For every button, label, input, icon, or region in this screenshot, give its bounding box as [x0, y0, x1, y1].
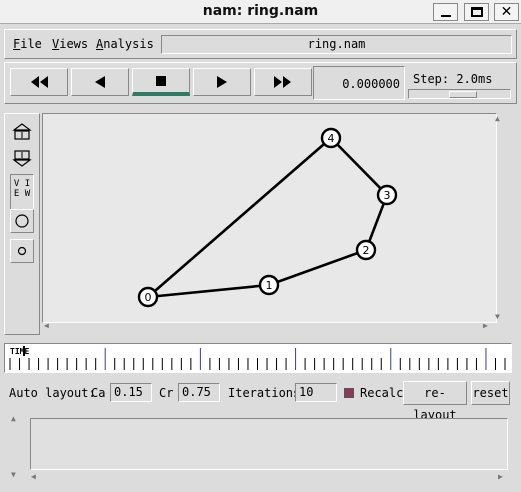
node-label: 2	[363, 244, 370, 257]
time-slider-label: TIME	[10, 347, 30, 356]
link-3-4[interactable]	[330, 137, 388, 196]
annotation-vscroll[interactable]: ▲ ▼	[10, 413, 20, 483]
menu-views[interactable]: Views	[52, 37, 88, 51]
cr-input[interactable]: 0.75	[178, 383, 220, 402]
annotation-scroll-left-icon[interactable]: ◀	[31, 473, 36, 481]
play-forward-button[interactable]	[193, 68, 251, 96]
node-label: 0	[145, 291, 152, 304]
small-circle-icon	[17, 246, 27, 256]
network-canvas[interactable]: 0 1 2 3 4	[42, 113, 497, 323]
zoom-in-icon	[12, 123, 32, 140]
large-nodes-button[interactable]	[10, 209, 34, 233]
time-slider-marker[interactable]	[23, 346, 25, 356]
annotation-scroll-up-icon[interactable]: ▲	[11, 415, 16, 423]
title-bar: nam: ring.nam ✕	[0, 0, 521, 24]
annotation-scroll-right-icon[interactable]: ▶	[498, 473, 503, 481]
horizontal-scrollbar[interactable]: ◀ ▶	[42, 321, 495, 331]
node-2[interactable]: 2	[355, 239, 377, 261]
time-slider[interactable]: TIME	[4, 343, 512, 373]
filename-display: ring.nam	[161, 35, 512, 54]
large-circle-icon	[15, 214, 29, 228]
node-label: 4	[328, 132, 335, 145]
node-4[interactable]: 4	[320, 127, 342, 149]
fast-rewind-button[interactable]	[10, 68, 68, 96]
close-button[interactable]: ✕	[494, 3, 519, 21]
fast-forward-button[interactable]	[254, 68, 312, 96]
menu-file-label: ile	[20, 37, 42, 51]
zoom-out-icon	[12, 150, 32, 167]
small-nodes-button[interactable]	[10, 239, 34, 263]
play-backward-button[interactable]	[71, 68, 129, 96]
step-slider-thumb[interactable]	[449, 91, 477, 98]
link-0-1[interactable]	[147, 283, 270, 299]
minimize-icon	[440, 15, 451, 17]
vertical-scrollbar[interactable]: ▲ ▼	[494, 113, 504, 325]
annotation-pane: ▲ ▼ ◀ ▶	[10, 413, 509, 483]
auto-layout-label: Auto layout:	[9, 386, 96, 400]
transport-bar: 0.000000 Step: 2.0ms	[4, 62, 517, 104]
zoom-out-button[interactable]	[10, 146, 34, 170]
view-tools: V I E W	[4, 113, 40, 335]
relayout-button[interactable]: re-layout	[403, 381, 467, 422]
menu-analysis-label: nalysis	[103, 37, 154, 51]
fast-forward-icon	[274, 76, 291, 88]
minimize-button[interactable]	[433, 3, 458, 21]
step-label: Step: 2.0ms	[413, 72, 493, 86]
menu-file[interactable]: File	[13, 37, 42, 51]
recalc-checkbox[interactable]	[344, 388, 354, 398]
topology-graph[interactable]: 0 1 2 3 4	[43, 114, 496, 322]
current-time-display: 0.000000	[313, 66, 405, 100]
scroll-down-icon[interactable]: ▼	[495, 313, 500, 321]
view-label-line1: V I	[13, 179, 31, 189]
scroll-up-icon[interactable]: ▲	[495, 115, 500, 123]
recalc-label: Recalc	[360, 386, 404, 400]
annotation-hscroll[interactable]: ◀ ▶	[30, 473, 508, 482]
ca-input[interactable]: 0.15	[110, 383, 152, 402]
play-backward-icon	[95, 76, 105, 88]
node-label: 1	[266, 279, 273, 292]
annotation-scroll-down-icon[interactable]: ▼	[11, 471, 16, 479]
node-0[interactable]: 0	[137, 286, 159, 308]
iterations-input[interactable]: 10	[295, 383, 337, 402]
node-1[interactable]: 1	[258, 274, 280, 296]
link-1-2[interactable]	[268, 248, 367, 287]
zoom-in-button[interactable]	[10, 120, 34, 144]
iterations-label: Iterations	[228, 386, 301, 400]
annotation-text-area[interactable]	[30, 418, 508, 470]
time-ticks	[9, 348, 506, 370]
node-label: 3	[384, 189, 391, 202]
menu-bar: File Views Analysis ring.nam	[4, 29, 517, 59]
maximize-icon	[470, 7, 483, 17]
node-3[interactable]: 3	[376, 184, 398, 206]
stop-button[interactable]	[132, 68, 190, 96]
scroll-left-icon[interactable]: ◀	[44, 322, 49, 330]
play-forward-icon	[217, 76, 227, 88]
menu-analysis[interactable]: Analysis	[96, 37, 154, 51]
view-label-line2: E W	[13, 189, 31, 199]
step-slider[interactable]	[408, 89, 511, 99]
close-icon: ✕	[500, 4, 513, 20]
cr-label: Cr	[159, 386, 174, 400]
view-label: V I E W	[10, 174, 34, 210]
reset-button[interactable]: reset	[471, 381, 510, 405]
scroll-right-icon[interactable]: ▶	[483, 322, 488, 330]
auto-layout-panel: Auto layout: Ca 0.15 Cr 0.75 Iterations …	[0, 378, 521, 422]
menu-views-label: iews	[59, 37, 89, 51]
ca-label: Ca	[91, 386, 106, 400]
stop-icon	[156, 75, 166, 86]
fast-rewind-icon	[31, 76, 48, 88]
maximize-button[interactable]	[464, 3, 489, 21]
